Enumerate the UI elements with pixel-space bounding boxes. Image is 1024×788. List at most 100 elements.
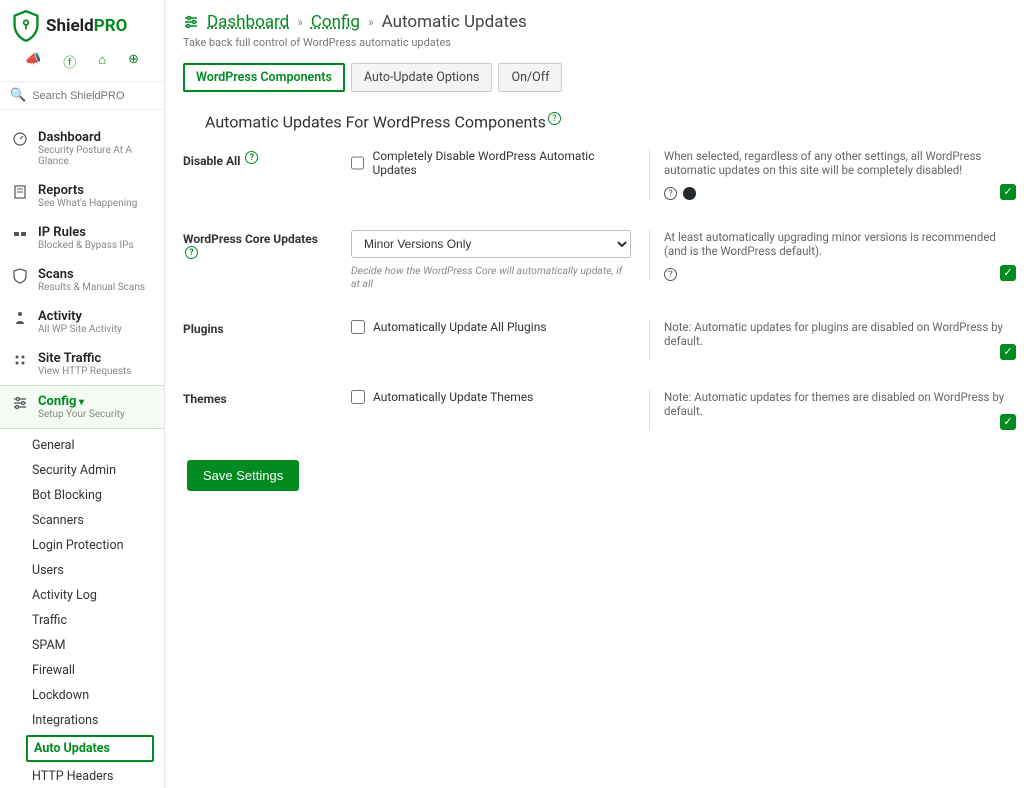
sidebar-item-scans[interactable]: Scans Results & Manual Scans xyxy=(0,259,164,301)
row-core-updates: WordPress Core Updates ? Minor Versions … xyxy=(183,230,1006,290)
breadcrumb: Dashboard » Config » Automatic Updates xyxy=(183,12,1006,32)
nav-sublabel: Results & Manual Scans xyxy=(38,282,145,293)
nav-label: IP Rules xyxy=(38,225,134,240)
sidebar-item-config[interactable]: Config Setup Your Security xyxy=(0,385,164,429)
nav-sublabel: See What's Happening xyxy=(38,198,137,209)
sidebar-item-ip-rules[interactable]: IP Rules Blocked & Bypass IPs xyxy=(0,217,164,259)
dashboard-icon xyxy=(12,131,28,147)
nav-sublabel: View HTTP Requests xyxy=(38,366,131,377)
subnav-item-security-admin[interactable]: Security Admin xyxy=(0,458,164,483)
subnav-item-spam[interactable]: SPAM xyxy=(0,633,164,658)
sidebar: ShieldPRO 📣 ⓕ ⌂ ⊕ 🔍 Dashboard Security P… xyxy=(0,0,165,788)
social-row: 📣 ⓕ ⌂ ⊕ xyxy=(0,48,164,81)
help-icon[interactable]: ⊕ xyxy=(128,52,139,71)
home-icon[interactable]: ⌂ xyxy=(98,52,106,71)
control-hint: Decide how the WordPress Core will autom… xyxy=(351,264,631,290)
facebook-icon[interactable]: ⓕ xyxy=(63,52,76,71)
subnav-item-users[interactable]: Users xyxy=(0,558,164,583)
check-icon: ✓ xyxy=(1000,265,1016,281)
save-button[interactable]: Save Settings xyxy=(187,460,299,491)
plugins-checkbox-label[interactable]: Automatically Update All Plugins xyxy=(351,320,631,334)
search-input[interactable] xyxy=(32,90,165,102)
themes-checkbox-label[interactable]: Automatically Update Themes xyxy=(351,390,631,404)
breadcrumb-config[interactable]: Config xyxy=(311,12,360,32)
help-icon[interactable]: ? xyxy=(245,151,258,164)
nav-label: Reports xyxy=(38,183,137,198)
search-icon: 🔍 xyxy=(10,88,26,103)
subnav-item-general[interactable]: General xyxy=(0,433,164,458)
nav-label: Config xyxy=(38,394,125,409)
search-wrap: 🔍 xyxy=(0,81,164,110)
nav-sublabel: Setup Your Security xyxy=(38,409,125,420)
tab-on-off[interactable]: On/Off xyxy=(498,63,562,92)
subnav-item-lockdown[interactable]: Lockdown xyxy=(0,683,164,708)
ip-icon xyxy=(12,226,28,242)
breadcrumb-sep: » xyxy=(368,15,374,29)
megaphone-icon[interactable]: 📣 xyxy=(25,52,41,71)
nav-sublabel: Security Posture At A Glance xyxy=(38,145,152,167)
subnav-item-activity-log[interactable]: Activity Log xyxy=(0,583,164,608)
row-label: Plugins xyxy=(183,320,333,336)
subnav-item-firewall[interactable]: Firewall xyxy=(0,658,164,683)
row-label: Disable All ? xyxy=(183,149,333,168)
row-plugins: Plugins Automatically Update All Plugins… xyxy=(183,320,1006,360)
subnav-item-traffic[interactable]: Traffic xyxy=(0,608,164,633)
plugins-checkbox[interactable] xyxy=(351,320,365,334)
subnav-item-scanners[interactable]: Scanners xyxy=(0,508,164,533)
nav-sublabel: Blocked & Bypass IPs xyxy=(38,240,134,251)
row-description: When selected, regardless of any other s… xyxy=(649,149,1006,200)
row-disable-all: Disable All ? Completely Disable WordPre… xyxy=(183,149,1006,200)
tabs: WordPress ComponentsAuto-Update OptionsO… xyxy=(183,63,1006,92)
nav-label: Dashboard xyxy=(38,130,152,145)
info-icon[interactable]: ? xyxy=(664,268,677,281)
tab-auto-update-options[interactable]: Auto-Update Options xyxy=(351,63,493,92)
brand-name: ShieldPRO xyxy=(46,16,127,36)
themes-checkbox[interactable] xyxy=(351,390,365,404)
page-subtitle: Take back full control of WordPress auto… xyxy=(183,36,1006,49)
sidebar-item-activity[interactable]: Activity All WP Site Activity xyxy=(0,301,164,343)
subnav-item-login-protection[interactable]: Login Protection xyxy=(0,533,164,558)
nav-label: Scans xyxy=(38,267,145,282)
check-icon: ✓ xyxy=(1000,344,1016,360)
core-updates-select[interactable]: Minor Versions Only xyxy=(351,230,631,258)
disable-all-checkbox[interactable] xyxy=(351,156,364,170)
row-description: Note: Automatic updates for plugins are … xyxy=(649,320,1006,360)
sliders-icon xyxy=(12,395,28,411)
row-description: Note: Automatic updates for themes are d… xyxy=(649,390,1006,430)
nav-label: Activity xyxy=(38,309,122,324)
row-themes: Themes Automatically Update Themes Note:… xyxy=(183,390,1006,430)
row-label: Themes xyxy=(183,390,333,406)
help-icon[interactable]: ? xyxy=(548,112,561,125)
nav-list: Dashboard Security Posture At A Glance R… xyxy=(0,110,164,429)
sliders-icon xyxy=(183,14,199,30)
activity-icon xyxy=(12,310,28,326)
subnav-item-http-headers[interactable]: HTTP Headers xyxy=(0,764,164,788)
wordpress-icon[interactable] xyxy=(683,187,696,200)
breadcrumb-sep: » xyxy=(297,15,303,29)
disable-all-checkbox-label[interactable]: Completely Disable WordPress Automatic U… xyxy=(351,149,631,177)
nav-label: Site Traffic xyxy=(38,351,131,366)
tab-wordpress-components[interactable]: WordPress Components xyxy=(183,63,345,92)
section-title: Automatic Updates For WordPress Componen… xyxy=(183,112,1006,131)
brand: ShieldPRO xyxy=(0,0,164,48)
shield-icon xyxy=(12,268,28,284)
nav-sublabel: All WP Site Activity xyxy=(38,324,122,335)
row-description: At least automatically upgrading minor v… xyxy=(649,230,1006,281)
reports-icon xyxy=(12,184,28,200)
sidebar-item-dashboard[interactable]: Dashboard Security Posture At A Glance xyxy=(0,122,164,175)
subnav-list: GeneralSecurity AdminBot BlockingScanner… xyxy=(0,429,164,788)
help-icon[interactable]: ? xyxy=(185,246,198,259)
row-label: WordPress Core Updates ? xyxy=(183,230,333,263)
subnav-item-integrations[interactable]: Integrations xyxy=(0,708,164,733)
info-icon[interactable]: ? xyxy=(664,187,677,200)
sidebar-item-site-traffic[interactable]: Site Traffic View HTTP Requests xyxy=(0,343,164,385)
subnav-item-auto-updates[interactable]: Auto Updates xyxy=(26,735,154,762)
subnav-item-bot-blocking[interactable]: Bot Blocking xyxy=(0,483,164,508)
check-icon: ✓ xyxy=(1000,184,1016,200)
traffic-icon xyxy=(12,352,28,368)
main-content: Dashboard » Config » Automatic Updates T… xyxy=(165,0,1024,788)
breadcrumb-current: Automatic Updates xyxy=(382,12,527,32)
check-icon: ✓ xyxy=(1000,414,1016,430)
sidebar-item-reports[interactable]: Reports See What's Happening xyxy=(0,175,164,217)
breadcrumb-dashboard[interactable]: Dashboard xyxy=(207,12,289,32)
